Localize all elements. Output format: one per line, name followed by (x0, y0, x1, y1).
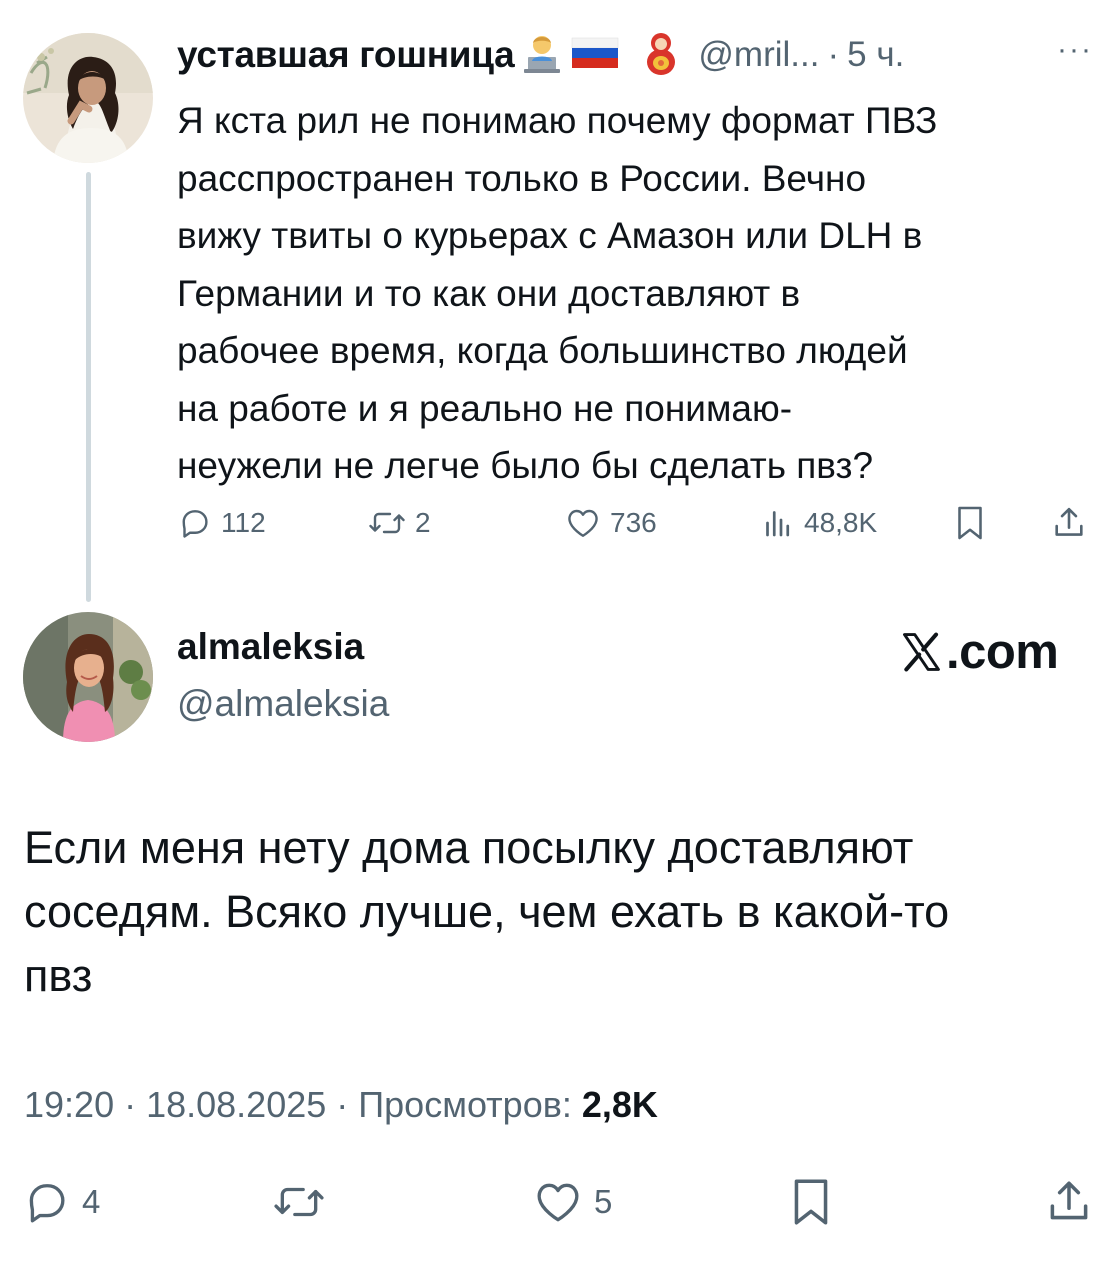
tweet-text-line: рабочее время, когда большинство людей (177, 330, 908, 371)
russia-flag-icon (570, 35, 622, 76)
share-button[interactable] (1044, 1172, 1094, 1232)
heart-icon (537, 1183, 579, 1222)
separator-dot: · (827, 35, 840, 74)
views-chart-icon (766, 511, 790, 537)
views-count: 48,8K (804, 507, 878, 538)
tweet-text-line: неужели не легче было бы сделать пвз? (177, 445, 874, 486)
author-name[interactable]: уставшая гошница (177, 34, 515, 76)
tweet-time[interactable]: 19:20 (24, 1084, 114, 1125)
x-com-watermark: X .com (898, 624, 1059, 680)
avatar[interactable] (23, 33, 153, 163)
tweet-text-line: расспространен только в России. Вечно (177, 157, 867, 199)
repost-icon (274, 1187, 324, 1217)
share-icon (1055, 507, 1083, 536)
reply-tweet-text: Если меня нету дома посылку доставляют с… (24, 816, 1104, 1008)
heart-icon (568, 509, 598, 537)
bookmark-icon (794, 1179, 828, 1225)
reply-button[interactable]: 4 (22, 1172, 100, 1232)
tweet-timestamp[interactable]: 5 ч. (847, 35, 904, 75)
separator-dot: · (326, 1084, 359, 1125)
author-name[interactable]: almaleksia (177, 626, 364, 668)
like-count: 5 (594, 1183, 613, 1220)
bookmark-button[interactable] (786, 1172, 836, 1232)
avatar-photo (23, 612, 153, 742)
repost-count: 2 (415, 507, 431, 538)
technologist-emoji-icon (520, 31, 564, 80)
tweet-text-line: Германии и то как они доставляют в (177, 272, 801, 314)
bookmark-icon (958, 506, 982, 540)
x-logo-icon (903, 632, 940, 672)
repost-button[interactable]: 2 (367, 498, 431, 548)
watermark-domain: .com (946, 625, 1059, 679)
reply-count: 112 (221, 507, 266, 538)
like-count: 736 (610, 507, 657, 538)
separator-dot: · (114, 1084, 147, 1125)
reply-tweet-actions: 4 5 (22, 1172, 1097, 1232)
like-button[interactable]: 5 (532, 1172, 612, 1232)
reply-icon (182, 510, 208, 538)
parent-tweet-text: Я кста рил не понимаю почему формат ПВЗ … (177, 92, 1102, 495)
bookmark-button[interactable] (952, 498, 988, 548)
matryoshka-icon (644, 30, 678, 81)
repost-icon (369, 512, 405, 534)
tweet-text-line: на работе и я реально не понимаю- (177, 387, 793, 429)
more-options-icon[interactable]: ··· (1057, 35, 1093, 75)
views-value: 2,8K (581, 1084, 658, 1125)
reply-count: 4 (82, 1183, 101, 1220)
tweet-meta: 19:20 · 18.08.2025 · Просмотров: 2,8K (24, 1084, 658, 1126)
tweet-date[interactable]: 18.08.2025 (146, 1084, 326, 1125)
repost-button[interactable] (270, 1172, 328, 1232)
thread-connector-line (86, 172, 91, 602)
tweet-text-line: соседям. Всяко лучше, чем ехать в какой-… (24, 886, 950, 937)
author-handle[interactable]: @mril... (698, 35, 819, 75)
like-button[interactable]: 736 (564, 498, 657, 548)
reply-button[interactable]: 112 (177, 498, 266, 548)
share-icon (1050, 1181, 1088, 1220)
tweet-text-line: вижу твиты о курьерах с Амазон или DLH в (177, 215, 923, 256)
avatar[interactable] (23, 612, 153, 742)
tweet-text-line: Если меня нету дома посылку доставляют (24, 822, 914, 873)
avatar-photo (23, 33, 153, 163)
views-label: Просмотров: (358, 1084, 582, 1125)
share-button[interactable] (1050, 498, 1088, 548)
author-handle[interactable]: @almaleksia (177, 683, 389, 725)
parent-tweet-actions: 112 2 736 48,8K (177, 498, 1092, 548)
tweet-text-line: пвз (24, 950, 93, 1001)
views-button[interactable]: 48,8K (760, 498, 877, 548)
tweet-text-line: Я кста рил не понимаю почему формат ПВЗ (177, 100, 938, 141)
parent-tweet-header: уставшая гошница @mril... · 5 ч. ··· (177, 30, 1097, 80)
reply-icon (29, 1184, 65, 1223)
